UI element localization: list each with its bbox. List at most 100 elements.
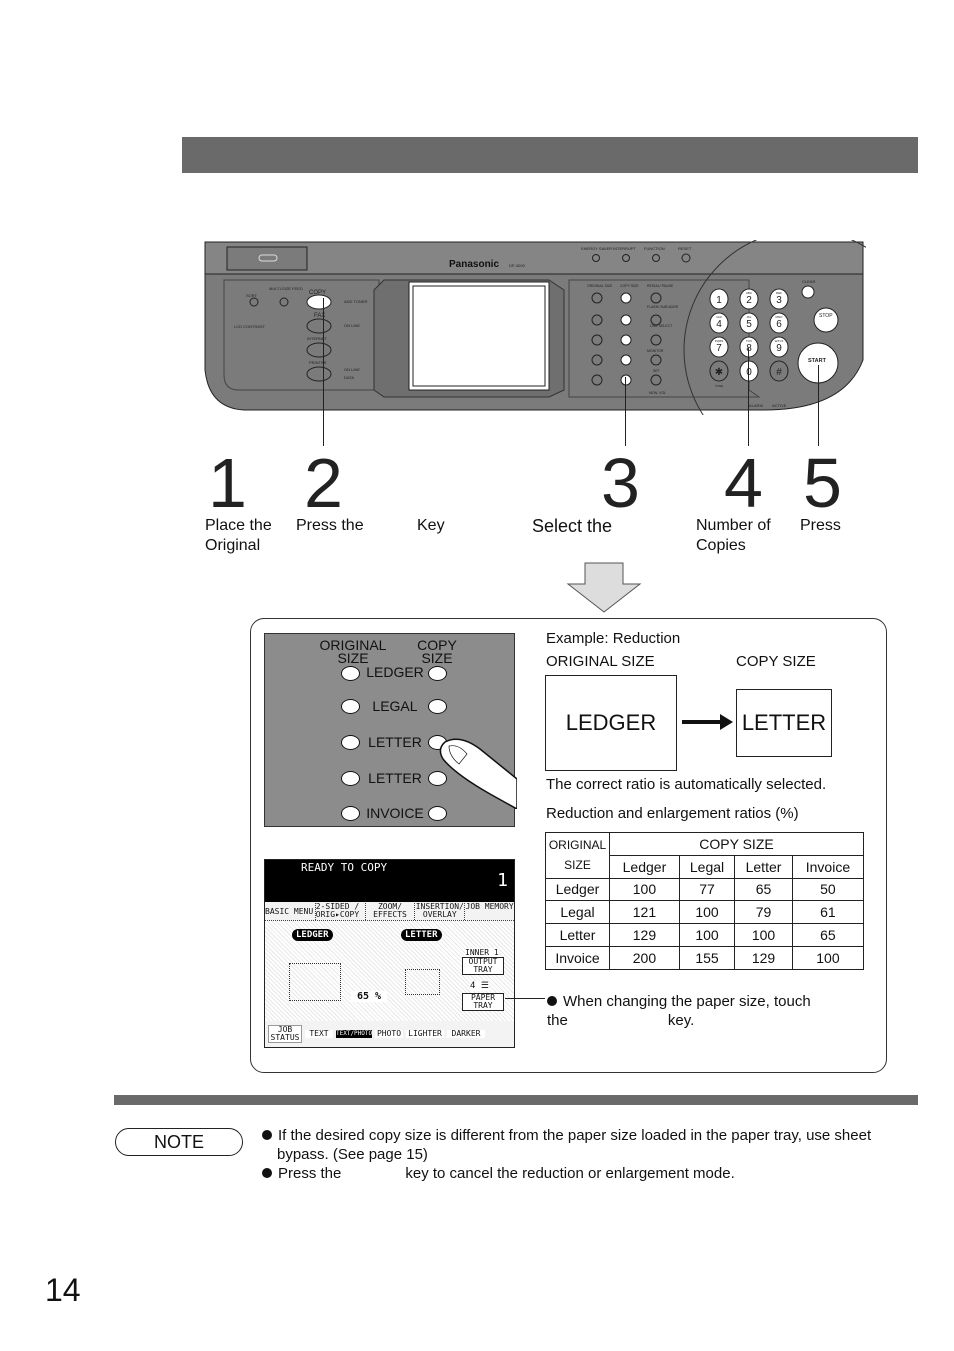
lcd-original-size: LEDGER [292, 929, 333, 941]
keypad-key-label: 6 [776, 319, 782, 330]
keypad-key-8[interactable]: 8TUV [739, 336, 759, 358]
paper-tray-callout-line [505, 998, 545, 999]
table-cell: 129 [734, 945, 793, 970]
down-arrow-icon [566, 562, 642, 613]
photo-mode-button[interactable]: PHOTO [375, 1030, 403, 1038]
keypad-key-1[interactable]: 1 [709, 288, 729, 310]
original-size-label: ORIGINAL SIZE [587, 284, 613, 288]
brand-logo: Panasonic [449, 259, 499, 270]
flash-label: FLASH/ SUB ADDR [647, 305, 679, 309]
keypad-key-4[interactable]: 4GHI [709, 312, 729, 334]
control-panel-illustration: Panasonic DP-3000 ENERGY SAVER INTERRUPT… [204, 240, 866, 415]
lcd-main-area: LEDGER LETTER 65 % INNER 1 OUTPUT TRAY 4… [265, 921, 514, 1021]
tab-basic-menu[interactable]: BASIC MENU [265, 903, 315, 920]
copy-ledger-key[interactable] [428, 666, 447, 681]
example-original-box: LEDGER [545, 675, 677, 771]
keypad-key-label: 3 [776, 295, 782, 306]
copy-legal-key[interactable] [428, 699, 447, 714]
step-2-key-text: Key [417, 517, 445, 534]
callout-line-step2 [323, 298, 324, 446]
original-legal-key[interactable] [341, 699, 360, 714]
keypad-key-6[interactable]: 6MNO [769, 312, 789, 334]
section-divider-bar [114, 1095, 918, 1105]
example-original-heading: ORIGINAL SIZE [546, 653, 655, 670]
table-cell: 65 [791, 923, 865, 947]
text-photo-mode-button[interactable]: TEXT/PHOTO [336, 1030, 372, 1038]
table-row: Invoice 200 155 129 100 [545, 945, 865, 970]
monitor-label: MONITOR [647, 349, 664, 353]
step-number-5: 5 [803, 444, 842, 522]
lcd-paper-tray-value: 4 ☰ [470, 981, 489, 991]
original-letter-r-key[interactable] [341, 771, 360, 786]
energy-saver-label: ENERGY SAVER [581, 246, 612, 251]
keypad-key-label: 1 [716, 295, 722, 306]
paper-size-note: When changing the paper size, touch the k… [547, 992, 837, 1030]
keypad-key-5[interactable]: 5JKL [739, 312, 759, 334]
tab-2-sided[interactable]: 2-SIDED / ORIG▸COPY [314, 903, 365, 920]
alarm-label: ALARM [749, 403, 763, 408]
table-cell: 61 [791, 900, 865, 925]
keypad-key-label: 2 [746, 295, 752, 306]
step-number-1: 1 [208, 444, 247, 522]
step-5-text: Press [800, 517, 841, 534]
function-label: FUNCTION [644, 246, 665, 251]
keypad-key-#[interactable]: # [769, 360, 789, 382]
lcd-copy-count: 1 [497, 870, 508, 891]
note-item-text-end: key to cancel the reduction or enlargeme… [405, 1165, 735, 1182]
tab-job-memory[interactable]: JOB MEMORY [464, 903, 514, 920]
redial-label: REDIAL/ PAUSE [647, 284, 674, 288]
clear-button[interactable] [801, 285, 815, 299]
ratio-table: ORIGINAL SIZE COPY SIZE Ledger Legal Let… [545, 832, 865, 970]
keypad-key-2[interactable]: 2ABC [739, 288, 759, 310]
keypad-key-sublabel: TONE [715, 384, 723, 388]
text-mode-button[interactable]: TEXT [305, 1030, 333, 1038]
job-status-button[interactable]: JOB STATUS [268, 1025, 302, 1043]
reset-label: RESET [678, 246, 692, 251]
model-label: DP-3000 [509, 263, 526, 268]
legal-label: LEGAL [372, 698, 418, 714]
original-letter-key[interactable] [341, 735, 360, 750]
original-invoice-key[interactable] [341, 806, 360, 821]
keypad-key-0[interactable]: 0 [739, 360, 759, 382]
letter-label: LETTER [368, 734, 422, 750]
keypad-key-3[interactable]: 3DEF [769, 288, 789, 310]
copy-size-label: COPY SIZE [620, 284, 639, 288]
lcd-screen-closeup: READY TO COPY 1 BASIC MENU 2-SIDED / ORI… [264, 859, 515, 1048]
multi-size-feed-button[interactable] [279, 297, 289, 307]
paper-tray-button[interactable]: PAPER TRAY [462, 993, 504, 1011]
fax-mode-button[interactable] [306, 318, 332, 334]
output-tray-button[interactable]: OUTPUT TRAY [462, 957, 504, 975]
callout-line-step5 [818, 365, 819, 446]
tab-zoom-effects[interactable]: ZOOM/ EFFECTS [364, 903, 415, 920]
darker-button[interactable]: DARKER [447, 1030, 485, 1038]
keypad-key-sublabel: TUV [746, 339, 752, 343]
fax-on-line-label: ON LINE [344, 323, 360, 328]
numeric-keypad: 1 2ABC 3DEF 4GHI 5JKL 6MNO 7PQRS 8TUV 9WXYZ ✱ TONE… [709, 288, 789, 388]
callout-line-step3 [625, 377, 626, 446]
keypad-key-7[interactable]: 7PQRS [709, 336, 729, 358]
copy-mode-button[interactable] [306, 294, 332, 310]
table-group-header: COPY SIZE [609, 832, 864, 856]
row-header: Letter [545, 923, 610, 947]
table-row: Ledger 100 77 65 50 [545, 877, 865, 902]
internet-mode-button[interactable] [306, 342, 332, 358]
original-ledger-key[interactable] [341, 666, 360, 681]
column-header: Ledger [609, 854, 680, 879]
table-cell: 50 [791, 877, 865, 902]
lighter-button[interactable]: LIGHTER [406, 1030, 444, 1038]
table-cell: 65 [734, 877, 793, 902]
table-cell: 129 [609, 923, 680, 947]
printer-mode-button[interactable] [306, 366, 332, 382]
step-1-text: Place the Original [205, 517, 272, 554]
keypad-key-label: # [776, 367, 782, 378]
start-label: START [808, 358, 827, 364]
table-cell: 100 [734, 923, 793, 947]
tab-insertion-overlay[interactable]: INSERTION/ OVERLAY [414, 903, 464, 920]
auto-ratio-text: The correct ratio is automatically selec… [546, 776, 827, 793]
keypad-key-9[interactable]: 9WXYZ [769, 336, 789, 358]
stop-button[interactable] [813, 307, 839, 333]
page-number: 14 [45, 1272, 81, 1308]
sort-button[interactable] [249, 297, 259, 307]
section-header-bar [182, 137, 918, 173]
table-cell: 100 [678, 900, 736, 925]
